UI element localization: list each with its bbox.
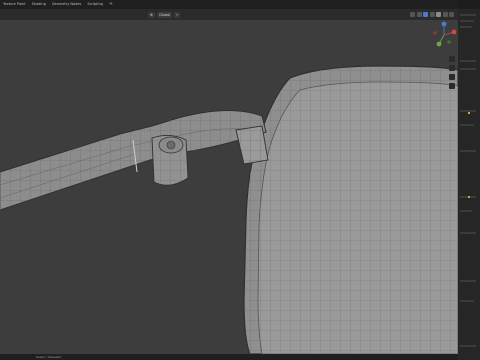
gizmo-neg-x-icon[interactable] (433, 31, 437, 35)
workspace-tab-geometry-nodes[interactable]: Geometry Nodes (49, 0, 85, 9)
workspace-tab-scripting[interactable]: Scripting (84, 0, 106, 9)
keyframe-icon (468, 112, 470, 114)
pivot-dropdown[interactable]: Global (156, 11, 173, 18)
navigation-gizmo[interactable] (430, 20, 458, 50)
properties-row[interactable] (460, 232, 476, 234)
outliner-row[interactable] (460, 20, 474, 22)
side-panel-header (458, 0, 480, 9)
lens-frame-mesh (243, 65, 458, 354)
viewport-header: ⊕ Global ⌖ (0, 9, 458, 20)
gizmo-x-icon[interactable] (451, 29, 457, 35)
plus-icon[interactable]: + (106, 0, 116, 9)
hand-icon[interactable] (449, 65, 455, 71)
xray-icon[interactable] (429, 12, 435, 17)
zoom-icon[interactable] (449, 56, 455, 62)
keyframe-icon (468, 196, 470, 198)
outliner-row[interactable] (460, 26, 472, 28)
gizmo-neg-y-icon[interactable] (447, 40, 451, 44)
status-hint: Select / Deselect (36, 355, 62, 359)
pivot-snap-group: ⊕ Global ⌖ (148, 11, 181, 18)
outliner-row[interactable] (460, 14, 476, 16)
outliner-row[interactable] (460, 68, 476, 70)
transform-pivot-icon[interactable]: ⊕ (148, 11, 155, 18)
viewport-nav-buttons (449, 56, 457, 92)
outliner-row[interactable] (460, 60, 476, 62)
properties-row[interactable] (460, 345, 476, 347)
gizmo-toggle-icon[interactable] (416, 12, 422, 17)
viewport-shading-group (410, 12, 454, 17)
workspace-tabs-bar: Texture Paint Shading Geometry Nodes Scr… (0, 0, 458, 9)
grid-icon[interactable] (449, 83, 455, 89)
gizmo-y-icon[interactable] (436, 41, 442, 47)
temple-arm-mesh (0, 110, 267, 211)
properties-row[interactable] (460, 280, 476, 282)
workspace-tab-texture-paint[interactable]: Texture Paint (0, 0, 29, 9)
shading-solid-icon[interactable] (436, 12, 441, 17)
gizmo-z-icon[interactable] (441, 21, 447, 27)
3d-viewport[interactable] (0, 20, 458, 354)
properties-row[interactable] (460, 150, 476, 152)
shading-material-icon[interactable] (442, 12, 448, 17)
properties-row[interactable] (460, 210, 472, 212)
side-panel[interactable] (458, 0, 480, 360)
camera-icon[interactable] (449, 74, 455, 80)
status-bar: Select / Deselect (0, 354, 458, 360)
properties-row[interactable] (460, 300, 474, 302)
shading-rendered-icon[interactable] (449, 12, 454, 17)
snap-icon[interactable]: ⌖ (174, 11, 181, 18)
overlay-icon[interactable] (423, 12, 428, 17)
visibility-icon[interactable] (410, 12, 415, 17)
properties-row[interactable] (460, 124, 474, 126)
workspace-tab-shading[interactable]: Shading (29, 0, 49, 9)
scene-mesh (0, 65, 458, 354)
